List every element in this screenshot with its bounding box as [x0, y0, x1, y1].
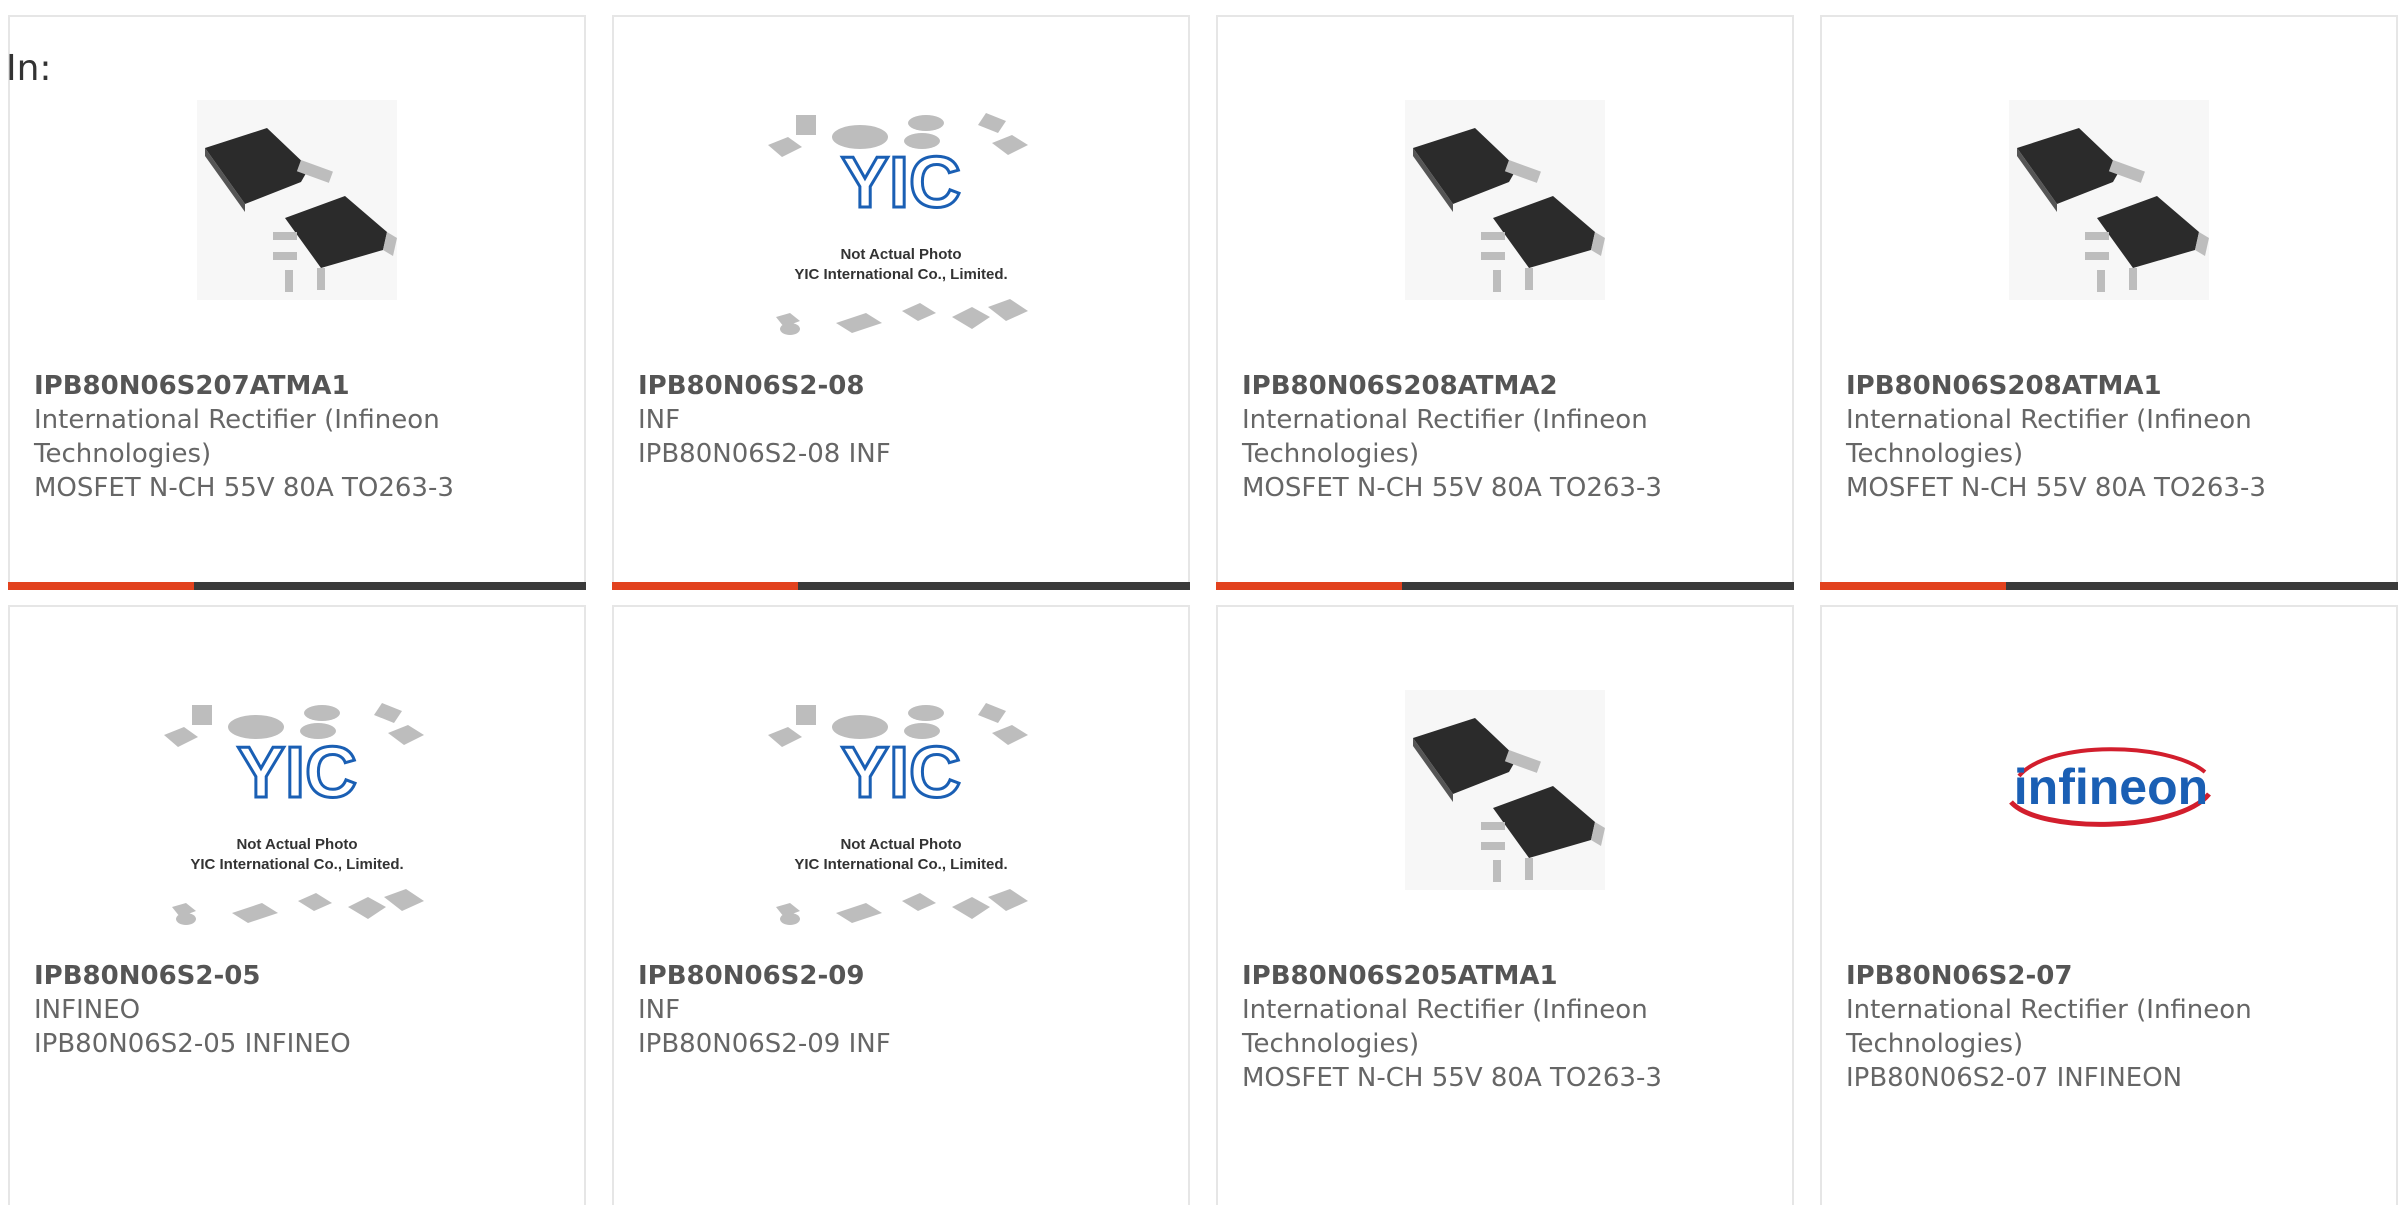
product-image: YIC Not Actual Photo YIC International C… [10, 697, 584, 947]
product-card[interactable]: YIC Not Actual Photo YIC International C… [612, 15, 1190, 590]
manufacturer: INF [638, 995, 681, 1025]
product-card[interactable]: IPB80N06S207ATMA1 International Rectifie… [8, 15, 586, 590]
manufacturer: International Rectifier (Infineon Technol… [1242, 995, 1648, 1059]
product-image [1218, 685, 1792, 895]
description: IPB80N06S2-07 INFINEON [1846, 1063, 2183, 1093]
infineon-logo-icon: infineon [2009, 747, 2211, 827]
product-info: IPB80N06S2-08 INF IPB80N06S2-08 INF [638, 369, 1168, 471]
product-info: IPB80N06S207ATMA1 International Rectifie… [34, 369, 564, 505]
svg-text:Not Actual Photo: Not Actual Photo [840, 836, 961, 853]
mosfet-to263-photo-icon [2009, 100, 2209, 300]
filter-label: In: [6, 48, 52, 89]
product-image: YIC Not Actual Photo YIC International C… [614, 697, 1188, 947]
manufacturer: International Rectifier (Infineon Technol… [1242, 405, 1648, 469]
product-image: infineon [1822, 707, 2396, 867]
description: IPB80N06S2-05 INFINEO [34, 1029, 351, 1059]
product-card[interactable]: YIC Not Actual Photo YIC International C… [8, 605, 586, 1205]
product-card[interactable]: IPB80N06S208ATMA2 International Rectifie… [1216, 15, 1794, 590]
yic-placeholder-icon: YIC Not Actual Photo YIC International C… [164, 703, 424, 925]
product-card[interactable]: YIC Not Actual Photo YIC International C… [612, 605, 1190, 1205]
part-number-link[interactable]: IPB80N06S2-07 [1846, 959, 2376, 993]
manufacturer: INFINEO [34, 995, 141, 1025]
yic-placeholder-icon: YIC Not Actual Photo YIC International C… [768, 113, 1028, 335]
product-info: IPB80N06S208ATMA1 International Rectifie… [1846, 369, 2376, 505]
card-bottom-bar [612, 582, 1190, 590]
mosfet-to263-photo-icon [197, 100, 397, 300]
product-info: IPB80N06S2-05 INFINEO IPB80N06S2-05 INFI… [34, 959, 564, 1061]
part-number-link[interactable]: IPB80N06S2-05 [34, 959, 564, 993]
svg-text:YIC International Co., Limited: YIC International Co., Limited. [190, 856, 403, 873]
svg-text:YIC: YIC [841, 143, 961, 223]
product-image [10, 95, 584, 305]
product-grid: IPB80N06S207ATMA1 International Rectifie… [0, 0, 2400, 1205]
manufacturer: INF [638, 405, 681, 435]
description: MOSFET N-CH 55V 80A TO263-3 [1242, 473, 1662, 503]
part-number-link[interactable]: IPB80N06S207ATMA1 [34, 369, 564, 403]
product-image: YIC Not Actual Photo YIC International C… [614, 107, 1188, 357]
product-card[interactable]: infineon IPB80N06S2-07 International Rec… [1820, 605, 2398, 1205]
card-bottom-bar [1216, 582, 1794, 590]
mosfet-to263-photo-icon [1405, 100, 1605, 300]
part-number-link[interactable]: IPB80N06S208ATMA2 [1242, 369, 1772, 403]
product-info: IPB80N06S2-09 INF IPB80N06S2-09 INF [638, 959, 1168, 1061]
svg-text:infineon: infineon [2014, 759, 2208, 815]
description: MOSFET N-CH 55V 80A TO263-3 [34, 473, 454, 503]
svg-text:YIC International Co., Limited: YIC International Co., Limited. [794, 266, 1007, 283]
svg-text:Not Actual Photo: Not Actual Photo [840, 246, 961, 263]
mosfet-to263-photo-icon [1405, 690, 1605, 890]
svg-text:YIC: YIC [237, 733, 357, 813]
card-bottom-bar [1820, 582, 2398, 590]
manufacturer: International Rectifier (Infineon Technol… [34, 405, 440, 469]
description: MOSFET N-CH 55V 80A TO263-3 [1242, 1063, 1662, 1093]
product-info: IPB80N06S208ATMA2 International Rectifie… [1242, 369, 1772, 505]
card-bottom-bar [8, 582, 586, 590]
svg-text:YIC International Co., Limited: YIC International Co., Limited. [794, 856, 1007, 873]
svg-text:Not Actual Photo: Not Actual Photo [236, 836, 357, 853]
part-number-link[interactable]: IPB80N06S2-08 [638, 369, 1168, 403]
product-image [1822, 95, 2396, 305]
description: MOSFET N-CH 55V 80A TO263-3 [1846, 473, 2266, 503]
product-image [1218, 95, 1792, 305]
product-info: IPB80N06S205ATMA1 International Rectifie… [1242, 959, 1772, 1095]
description: IPB80N06S2-09 INF [638, 1029, 891, 1059]
manufacturer: International Rectifier (Infineon Technol… [1846, 995, 2252, 1059]
product-card[interactable]: IPB80N06S208ATMA1 International Rectifie… [1820, 15, 2398, 590]
product-card[interactable]: IPB80N06S205ATMA1 International Rectifie… [1216, 605, 1794, 1205]
yic-placeholder-icon: YIC Not Actual Photo YIC International C… [768, 703, 1028, 925]
description: IPB80N06S2-08 INF [638, 439, 891, 469]
product-info: IPB80N06S2-07 International Rectifier (I… [1846, 959, 2376, 1095]
part-number-link[interactable]: IPB80N06S208ATMA1 [1846, 369, 2376, 403]
svg-text:YIC: YIC [841, 733, 961, 813]
part-number-link[interactable]: IPB80N06S205ATMA1 [1242, 959, 1772, 993]
manufacturer: International Rectifier (Infineon Technol… [1846, 405, 2252, 469]
part-number-link[interactable]: IPB80N06S2-09 [638, 959, 1168, 993]
